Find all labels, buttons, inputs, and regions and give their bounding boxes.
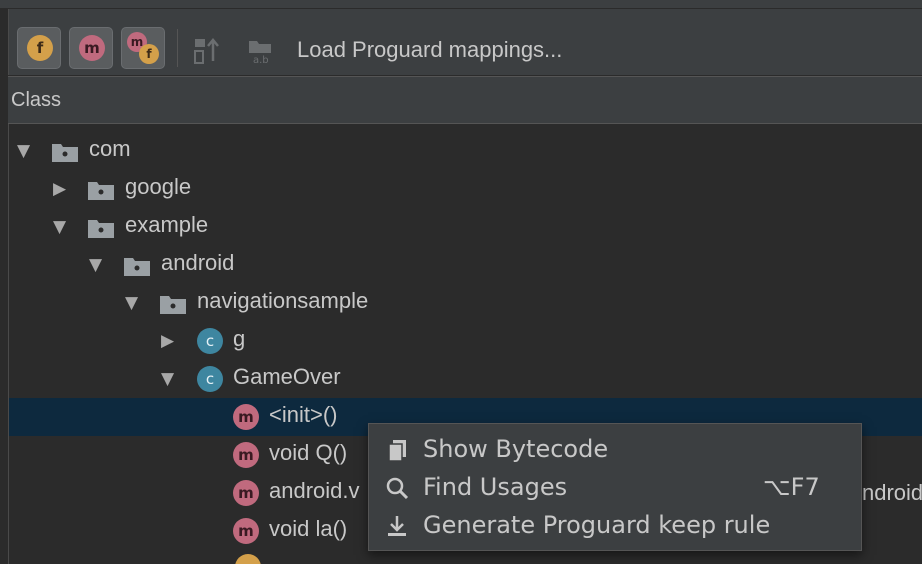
tree-row-android[interactable]: ▼ android [9,246,922,284]
menu-item-find-usages[interactable]: Find Usages ⌥F7 [369,468,861,506]
tree-row-label: void Q() [269,440,348,465]
tree-row-label: android [161,250,235,275]
tree-row-label: g [233,326,246,351]
filter-referenced-button[interactable]: m f [121,27,165,69]
tree-row-gameover[interactable]: ▼ c GameOver [9,360,922,398]
menu-item-label: Generate Proguard keep rule [423,511,771,539]
deobfuscate-names-icon[interactable]: a.b [247,35,277,65]
tree-row-label: example [125,212,209,237]
toolbar: f m m f a.b Load Proguard mappings... [8,9,922,75]
tree-row-label: void la() [269,516,348,541]
field-icon: f [27,35,53,61]
tree-row-navigationsample[interactable]: ▼ navigationsample [9,284,922,322]
expand-arrow-icon[interactable]: ▼ [89,257,102,274]
tree-row-label: navigationsample [197,288,369,313]
expand-arrow-icon[interactable]: ▼ [161,371,174,388]
tree-row-com[interactable]: ▼ com [9,132,922,170]
column-header-class: Class [11,89,62,111]
method-icon: m [233,518,259,544]
package-folder-icon [52,144,78,162]
tree-row-example[interactable]: ▼ example [9,208,922,246]
package-folder-icon [124,258,150,276]
menu-item-generate-keep-rule[interactable]: Generate Proguard keep rule [369,506,861,544]
field-icon [235,554,261,564]
search-icon [386,477,409,500]
tree-row-label: google [125,174,192,199]
column-header[interactable]: Class [8,76,922,124]
menu-item-show-bytecode[interactable]: Show Bytecode [369,430,861,468]
package-folder-icon [160,296,186,314]
tree-row-label: com [89,136,131,161]
tree-row-google[interactable]: ▶ google [9,170,922,208]
method-icon: m [79,35,105,61]
expand-arrow-icon[interactable]: ▼ [53,219,66,236]
show-hierarchy-icon[interactable] [193,35,223,65]
menu-item-label: Find Usages [423,473,568,501]
context-menu: Show Bytecode Find Usages ⌥F7 Generate P… [368,423,862,551]
expand-arrow-icon[interactable]: ▼ [125,295,138,312]
bytecode-icon [388,440,406,462]
package-folder-icon [88,220,114,238]
tree-row-label-overflow: ndroid [862,480,922,505]
filter-methods-button[interactable]: m [69,27,113,69]
collapse-arrow-icon[interactable]: ▶ [53,181,66,198]
tree-row-label: <init>() [269,402,338,427]
filter-fields-button[interactable]: f [17,27,61,69]
expand-arrow-icon[interactable]: ▼ [17,143,30,160]
method-icon: m [233,442,259,468]
menu-item-label: Show Bytecode [423,435,609,463]
method-icon: m [233,480,259,506]
collapse-arrow-icon[interactable]: ▶ [161,333,174,350]
method-icon: m [233,404,259,430]
class-icon: c [197,328,223,354]
menu-item-shortcut: ⌥F7 [763,473,820,501]
toolbar-separator [177,29,178,67]
field-icon: f [139,44,159,64]
class-icon: c [197,366,223,392]
svg-text:a.b: a.b [253,55,269,65]
tree-row-label: android.v [269,478,360,503]
window-top-strip [0,0,922,9]
load-proguard-mappings-link[interactable]: Load Proguard mappings... [297,37,562,63]
download-icon [388,516,406,536]
tree-row-g[interactable]: ▶ c g [9,322,922,360]
tree-row-label: GameOver [233,364,341,389]
package-folder-icon [88,182,114,200]
